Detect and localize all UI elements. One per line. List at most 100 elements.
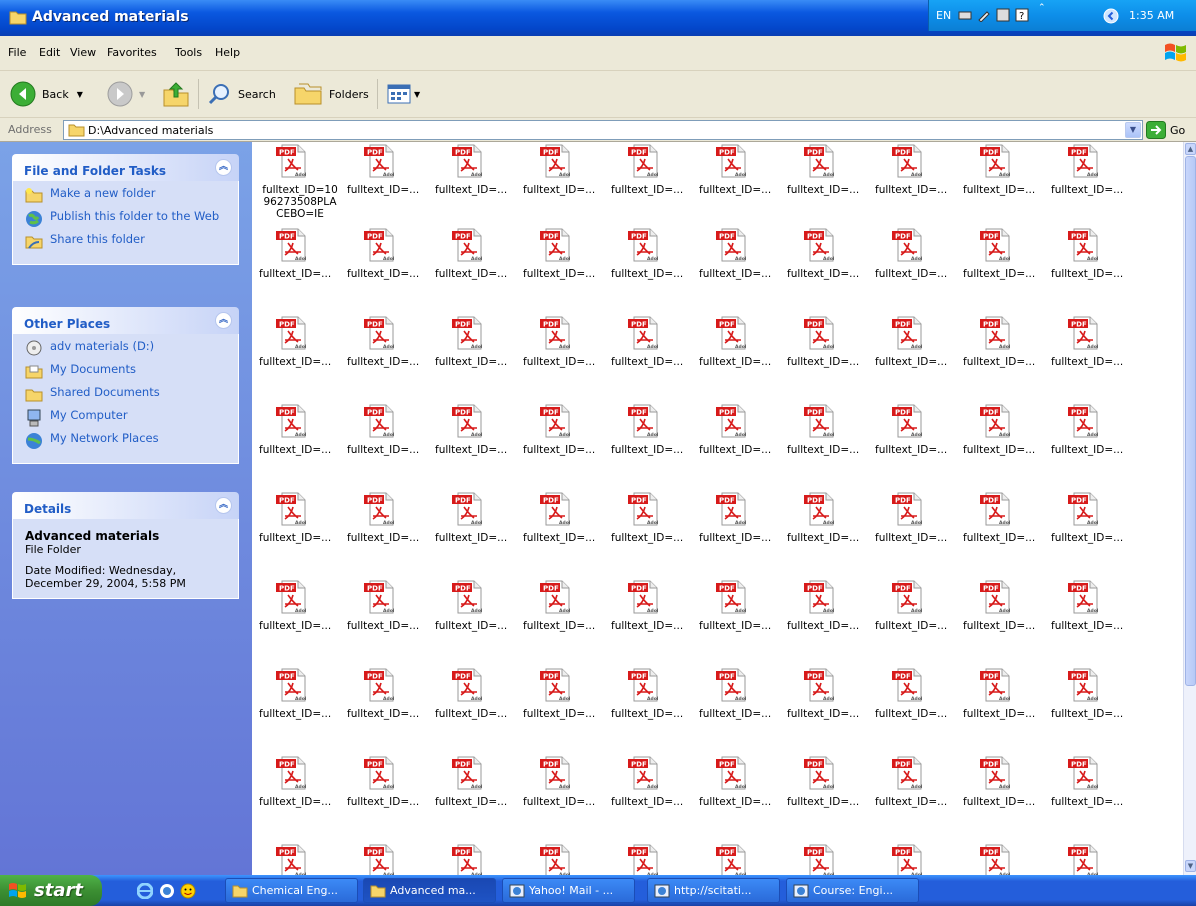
show-hidden-icons-button[interactable] (1103, 8, 1119, 24)
other-places-header[interactable]: Other Places ︽ (12, 307, 239, 334)
place-my-computer[interactable]: My Computer (25, 408, 228, 427)
go-button[interactable]: Go (1146, 121, 1185, 139)
views-button[interactable]: ▼ (387, 79, 420, 109)
pdf-file-icon: PDFAdobe (892, 668, 927, 702)
menu-tools[interactable]: Tools (175, 46, 202, 59)
menu-help[interactable]: Help (215, 46, 240, 59)
adobe-text: Adobe (383, 344, 394, 350)
adobe-text: Adobe (911, 344, 922, 350)
taskbar-button-label: http://scitati... (674, 884, 752, 897)
pdf-file-icon: PDFAdobe (628, 756, 663, 790)
place-shared-documents[interactable]: Shared Documents (25, 386, 228, 402)
collapse-button[interactable]: ︽ (215, 497, 232, 514)
taskbar-button[interactable]: http://scitati... (647, 878, 780, 903)
menu-view[interactable]: View (70, 46, 96, 59)
menu-edit[interactable]: Edit (39, 46, 60, 59)
pdf-badge-text: PDF (543, 321, 559, 329)
place-my-network-places[interactable]: My Network Places (25, 432, 228, 449)
pdf-badge-text: PDF (719, 409, 735, 417)
publish-folder-link[interactable]: Publish this folder to the Web (25, 210, 228, 227)
address-dropdown-button[interactable]: ▼ (1125, 122, 1141, 138)
pdf-file-icon: PDFAdobe (540, 228, 575, 262)
menu-file[interactable]: File (8, 46, 26, 59)
pdf-file-icon: PDFAdobe (364, 756, 399, 790)
adobe-text: Adobe (383, 608, 394, 614)
file-folder-tasks-panel: File and Folder Tasks ︽ Make a new folde… (12, 154, 239, 265)
messenger-icon[interactable] (180, 883, 196, 899)
place-label: My Computer (50, 408, 128, 422)
pdf-badge-text: PDF (455, 149, 471, 157)
taskbar-button[interactable]: Chemical Eng... (225, 878, 358, 903)
place-my-documents[interactable]: My Documents (25, 363, 228, 379)
folders-button[interactable]: Folders (293, 79, 369, 109)
vertical-scrollbar[interactable]: ▲ ▼ (1183, 142, 1196, 875)
panel-body: adv materials (D:) My Documents Shared D… (12, 334, 239, 464)
globe-icon (26, 211, 42, 227)
pdf-badge-text: PDF (279, 761, 295, 769)
up-folder-button[interactable] (162, 79, 190, 109)
keyboard-icon[interactable] (958, 8, 972, 22)
pdf-file-icon: PDFAdobe (364, 668, 399, 702)
pdf-badge-text: PDF (279, 585, 295, 593)
scroll-up-button[interactable]: ▲ (1185, 143, 1196, 155)
file-label: fulltext_ID=... (347, 356, 420, 368)
file-label: fulltext_ID=... (435, 796, 508, 808)
adobe-text: Adobe (383, 256, 394, 262)
collapse-button[interactable]: ︽ (215, 312, 232, 329)
pdf-badge-text: PDF (543, 673, 559, 681)
file-label: fulltext_ID=... (523, 356, 596, 368)
clock[interactable]: 1:35 AM (1129, 9, 1174, 22)
taskbar-button[interactable]: Yahoo! Mail - ... (502, 878, 635, 903)
share-folder-link[interactable]: Share this folder (25, 233, 228, 249)
file-folder-tasks-header[interactable]: File and Folder Tasks ︽ (12, 154, 239, 181)
language-indicator[interactable]: EN (936, 9, 951, 22)
collapse-button[interactable]: ︽ (215, 159, 232, 176)
go-label: Go (1170, 123, 1186, 137)
panel-body: Advanced materials File Folder Date Modi… (12, 519, 239, 599)
file-label: fulltext_ID=... (611, 796, 684, 808)
adobe-text: Adobe (735, 172, 746, 178)
adobe-text: Adobe (295, 784, 306, 790)
pdf-badge-text: PDF (895, 409, 911, 417)
file-label: fulltext_ID=... (611, 356, 684, 368)
pdf-badge-text: PDF (543, 585, 559, 593)
back-button[interactable]: Back ▼ (10, 79, 83, 109)
file-label: fulltext_ID=... (1051, 532, 1124, 544)
pdf-file-icon: PDFAdobe (716, 492, 751, 526)
pdf-badge-text: PDF (631, 849, 647, 857)
forward-button[interactable]: ▼ (107, 79, 145, 109)
file-label: fulltext_ID=... (259, 796, 332, 808)
make-new-folder-link[interactable]: Make a new folder (25, 187, 228, 203)
file-list[interactable]: PDF Adobe fulltext_ID=10 96273508PLA CEBO=… (252, 142, 1183, 875)
ime-icon[interactable] (996, 8, 1010, 22)
adobe-text: Adobe (735, 784, 746, 790)
pdf-file-icon: PDFAdobe (540, 316, 575, 350)
scroll-down-button[interactable]: ▼ (1185, 860, 1196, 872)
search-button[interactable]: Search (208, 79, 276, 109)
browser-icon[interactable] (159, 883, 175, 899)
taskbar-button[interactable]: Course: Engi... (786, 878, 919, 903)
details-header[interactable]: Details ︽ (12, 492, 239, 519)
menu-favorites[interactable]: Favorites (107, 46, 157, 59)
file-label: fulltext_ID=... (787, 620, 860, 632)
file-label: fulltext_ID=... (787, 356, 860, 368)
pdf-badge-text: PDF (543, 497, 559, 505)
scrollbar-thumb[interactable] (1185, 156, 1196, 686)
file-label: fulltext_ID=... (259, 620, 332, 632)
pdf-file-icon: PDFAdobe (716, 668, 751, 702)
address-input[interactable]: D:\Advanced materials ▼ (63, 120, 1143, 140)
help-icon[interactable]: ? (1015, 8, 1029, 22)
pdf-file-icon: PDFAdobe (364, 144, 399, 178)
internet-explorer-icon[interactable] (137, 883, 153, 899)
pen-icon[interactable] (977, 8, 991, 22)
pdf-badge-text: PDF (895, 233, 911, 241)
tray-options-icon[interactable]: ⌃ (1038, 3, 1046, 13)
adobe-text: Adobe (735, 608, 746, 614)
place-adv-materials[interactable]: adv materials (D:) (25, 340, 228, 356)
taskbar-button[interactable]: Advanced ma... (363, 878, 496, 903)
file-label: fulltext_ID=... (787, 708, 860, 720)
pdf-file-icon: PDFAdobe (540, 844, 575, 875)
start-button[interactable]: start (0, 875, 102, 906)
adobe-text: Adobe (647, 608, 658, 614)
file-label: fulltext_ID=... (259, 268, 332, 280)
